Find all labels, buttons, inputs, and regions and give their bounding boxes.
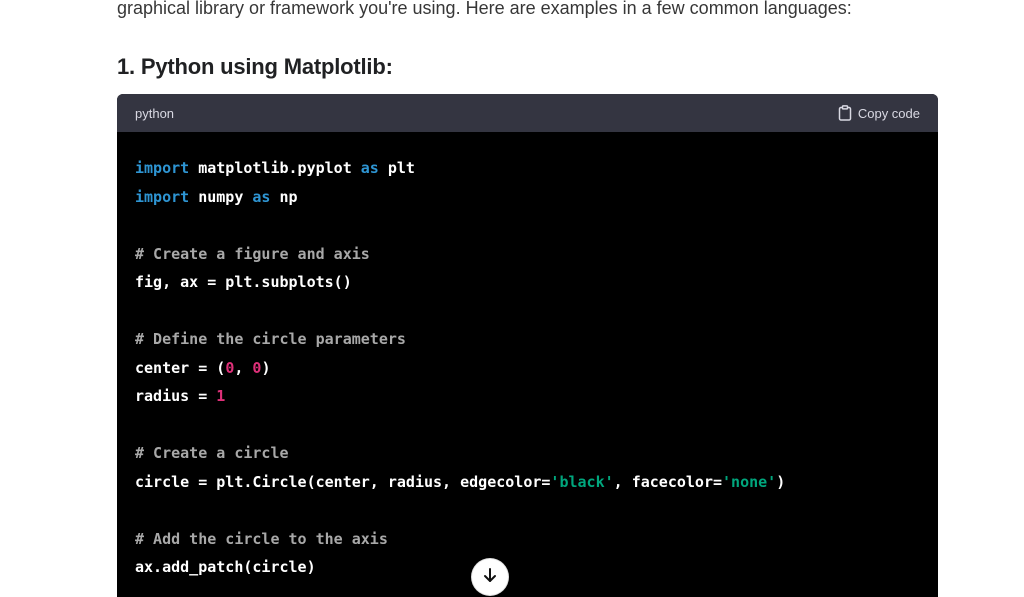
code-token-plain: ax.add_patch(circle) xyxy=(135,558,316,576)
code-token-keyword: import xyxy=(135,187,190,206)
code-token-comment: # Create a circle xyxy=(135,444,289,462)
code-line: radius = 1 xyxy=(135,382,920,411)
code-token-plain: ) xyxy=(261,358,271,377)
code-line: center = (0, 0) xyxy=(135,354,920,383)
code-line: # Create a circle xyxy=(135,439,920,468)
code-line: ax.add_patch(circle) xyxy=(135,553,920,582)
code-token-string: 'black' xyxy=(550,472,614,491)
copy-code-button[interactable]: Copy code xyxy=(838,105,920,121)
code-token-plain: center = ( xyxy=(135,358,226,377)
code-token-keyword: import xyxy=(135,159,190,177)
code-token-comment: # Create a figure and axis xyxy=(135,244,370,263)
code-line: fig, ax = plt.subplots() xyxy=(135,268,920,297)
code-token-plain: matplotlib.pyplot xyxy=(189,159,361,177)
code-token-plain: , xyxy=(234,358,253,377)
code-token-plain: fig, ax = plt.subplots() xyxy=(135,273,352,291)
code-token-plain: np xyxy=(270,187,298,206)
section-heading: 1. Python using Matplotlib: xyxy=(117,54,393,79)
code-line: # Create a figure and axis xyxy=(135,240,920,269)
code-line: import matplotlib.pyplot as plt xyxy=(135,154,920,183)
code-header: python Copy code xyxy=(117,94,938,132)
code-body: import matplotlib.pyplot as plt import nu… xyxy=(117,132,938,582)
code-token-keyword: as xyxy=(252,187,271,206)
code-token-number: 0 xyxy=(225,358,235,377)
code-token-plain: numpy xyxy=(189,187,253,206)
scroll-to-bottom-button[interactable] xyxy=(471,558,509,596)
clipboard-icon xyxy=(838,105,852,121)
code-line: circle = plt.Circle(center, radius, edge… xyxy=(135,468,920,497)
code-token-comment: # Define the circle parameters xyxy=(135,330,406,348)
intro-text: graphical library or framework you're us… xyxy=(117,0,852,18)
code-token-plain: plt xyxy=(378,159,415,177)
code-token-comment: # Add the circle to the axis xyxy=(135,529,388,548)
code-token-string: 'none' xyxy=(722,472,777,491)
code-line: import numpy as np xyxy=(135,183,920,212)
code-block: python Copy code import matplotlib.pyplo… xyxy=(117,94,938,597)
code-token-number: 1 xyxy=(216,387,226,405)
code-token-plain: ) xyxy=(776,472,786,491)
code-line: # Define the circle parameters xyxy=(135,325,920,354)
code-token-keyword: as xyxy=(360,159,379,177)
code-line: # Add the circle to the axis xyxy=(135,525,920,554)
code-token-plain: radius = xyxy=(135,387,217,405)
code-token-plain: , facecolor= xyxy=(613,472,723,491)
code-language-label: python xyxy=(135,105,175,121)
code-token-plain: circle = plt.Circle(center, radius, edge… xyxy=(135,472,551,491)
copy-code-label: Copy code xyxy=(857,105,920,121)
arrow-down-icon xyxy=(482,567,498,588)
